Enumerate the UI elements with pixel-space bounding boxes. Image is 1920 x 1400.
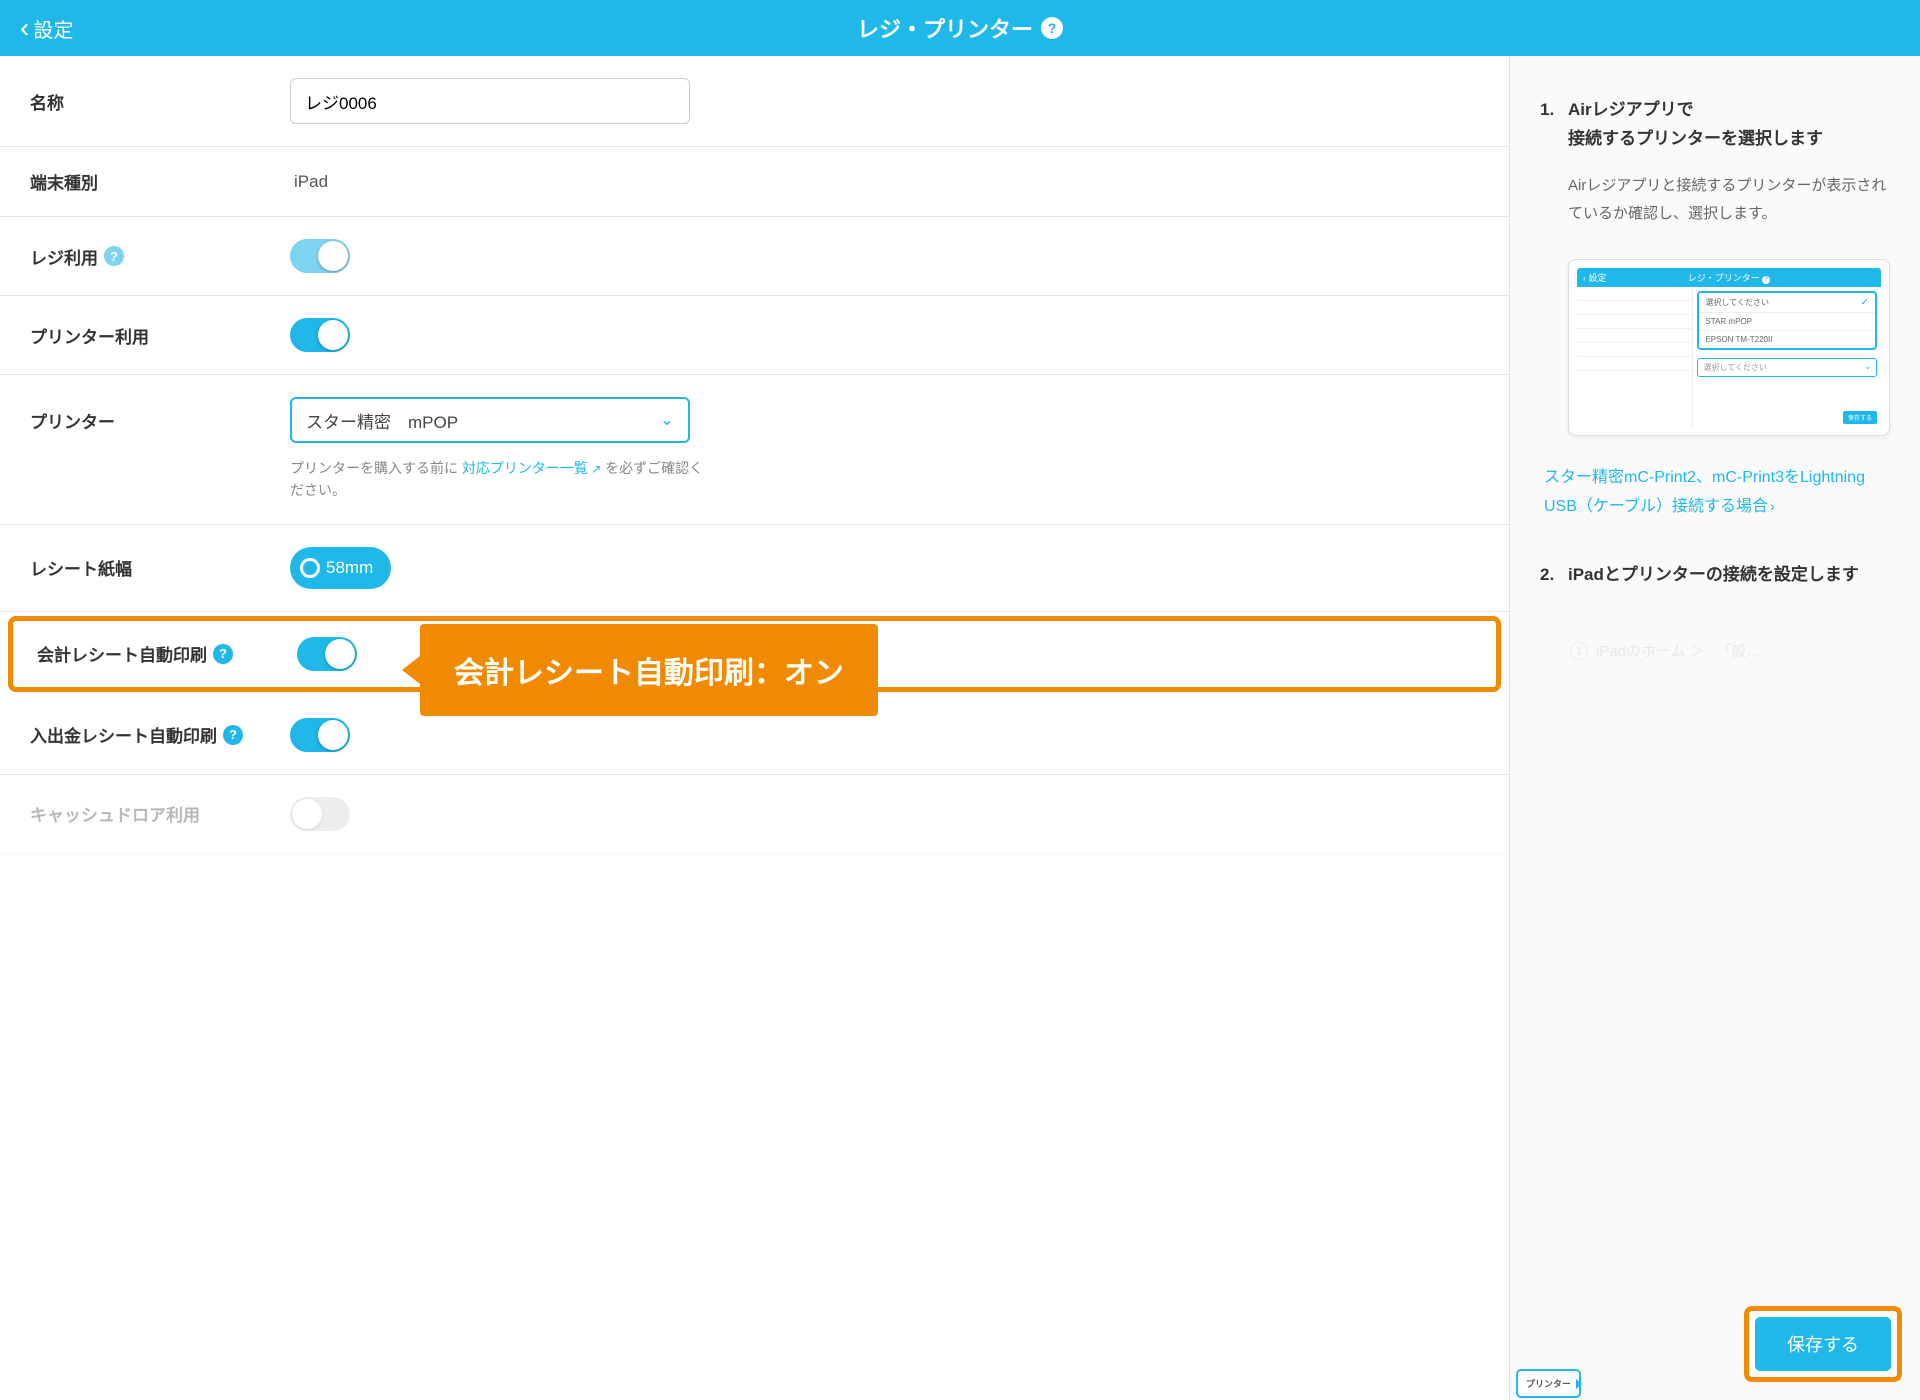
chevron-left-icon: ‹ xyxy=(20,14,29,42)
back-label: 設定 xyxy=(33,14,73,43)
faded-instruction: 1 iPadのホーム ＞ 「設… xyxy=(1540,620,1890,681)
help-step-2: 2. iPadとプリンターの接続を設定します xyxy=(1540,561,1890,590)
settings-form: 名称 端末種別 iPad レジ利用 ? プリンター利用 プリンター スター精密 xyxy=(0,56,1510,1400)
step-num: 1. xyxy=(1540,96,1558,154)
chevron-down-icon: ⌄ xyxy=(660,410,674,430)
value-device-type: iPad xyxy=(290,172,1479,192)
printer-select[interactable]: スター精密 mPOP ⌄ xyxy=(290,397,690,443)
supported-printers-link[interactable]: 対応プリンター一覧 xyxy=(462,460,601,476)
label-cash-drawer: キャッシュドロア利用 xyxy=(30,801,290,826)
help-icon[interactable]: ? xyxy=(104,246,124,266)
row-name: 名称 xyxy=(0,56,1509,147)
row-paper-width: レシート紙幅 58mm xyxy=(0,525,1509,612)
step-title: Airレジアプリで 接続するプリンターを選択します xyxy=(1568,96,1823,154)
row-printer: プリンター スター精密 mPOP ⌄ プリンターを購入する前に 対応プリンター一… xyxy=(0,375,1509,525)
label-printer-use: プリンター利用 xyxy=(30,323,290,348)
paper-width-value: 58mm xyxy=(326,558,373,578)
external-link-icon xyxy=(588,460,601,476)
label-device-type: 端末種別 xyxy=(30,169,290,194)
step-circle-icon: 1 xyxy=(1570,642,1588,660)
help-step-1: 1. Airレジアプリで 接続するプリンターを選択します Airレジアプリと接続… xyxy=(1540,96,1890,229)
label-auto-print-receipt: 会計レシート自動印刷 xyxy=(37,641,207,666)
chevron-right-icon: › xyxy=(1770,498,1775,514)
main-area: 名称 端末種別 iPad レジ利用 ? プリンター利用 プリンター スター精密 xyxy=(0,56,1920,1400)
help-screenshot: ‹ 設定 レジ・プリンター ? プリンター プリンター 選択してください✓ ST… xyxy=(1568,259,1890,436)
printer-selected-value: スター精密 mPOP xyxy=(306,408,458,433)
connection-guide-link[interactable]: スター精密mC-Print2、mC-Print3をLightning USB（ケ… xyxy=(1544,464,1890,522)
radio-selected-icon xyxy=(300,558,320,578)
step-desc: Airレジアプリと接続するプリンターが表示されているか確認し、選択します。 xyxy=(1568,172,1890,229)
auto-print-receipt-toggle[interactable] xyxy=(297,637,357,671)
label-register-use: レジ利用 xyxy=(30,244,98,269)
paper-width-pill[interactable]: 58mm xyxy=(290,547,391,589)
cash-drawer-toggle xyxy=(290,797,350,831)
register-use-toggle[interactable] xyxy=(290,239,350,273)
name-input[interactable] xyxy=(290,78,690,124)
step-num: 2. xyxy=(1540,561,1558,590)
save-button[interactable]: 保存する xyxy=(1755,1317,1891,1371)
row-cash-drawer: キャッシュドロア利用 xyxy=(0,775,1509,854)
step-title: iPadとプリンターの接続を設定します xyxy=(1568,561,1859,590)
auto-print-cash-toggle[interactable] xyxy=(290,718,350,752)
row-register-use: レジ利用 ? xyxy=(0,217,1509,296)
label-auto-print-cash: 入出金レシート自動印刷 xyxy=(30,722,217,747)
label-name: 名称 xyxy=(30,89,290,114)
row-printer-use: プリンター利用 xyxy=(0,296,1509,375)
help-icon[interactable]: ? xyxy=(213,644,233,664)
save-button-wrap: 保存する xyxy=(1744,1306,1902,1382)
printer-use-toggle[interactable] xyxy=(290,318,350,352)
mini-bubble: プリンター xyxy=(1516,1369,1581,1398)
help-panel: 1. Airレジアプリで 接続するプリンターを選択します Airレジアプリと接続… xyxy=(1510,56,1920,1400)
label-printer: プリンター xyxy=(30,397,290,443)
help-icon[interactable]: ? xyxy=(1041,17,1063,39)
label-paper-width: レシート紙幅 xyxy=(30,555,290,580)
back-button[interactable]: ‹ 設定 xyxy=(20,14,73,43)
help-icon[interactable]: ? xyxy=(223,725,243,745)
page-title: レジ・プリンター xyxy=(857,12,1033,44)
app-header: ‹ 設定 レジ・プリンター ? xyxy=(0,0,1920,56)
row-device-type: 端末種別 iPad xyxy=(0,147,1509,217)
page-title-wrap: レジ・プリンター ? xyxy=(857,12,1063,44)
callout-annotation: 会計レシート自動印刷：オン xyxy=(420,624,878,716)
printer-note: プリンターを購入する前に 対応プリンター一覧 を必ずご確認ください。 xyxy=(290,457,710,502)
